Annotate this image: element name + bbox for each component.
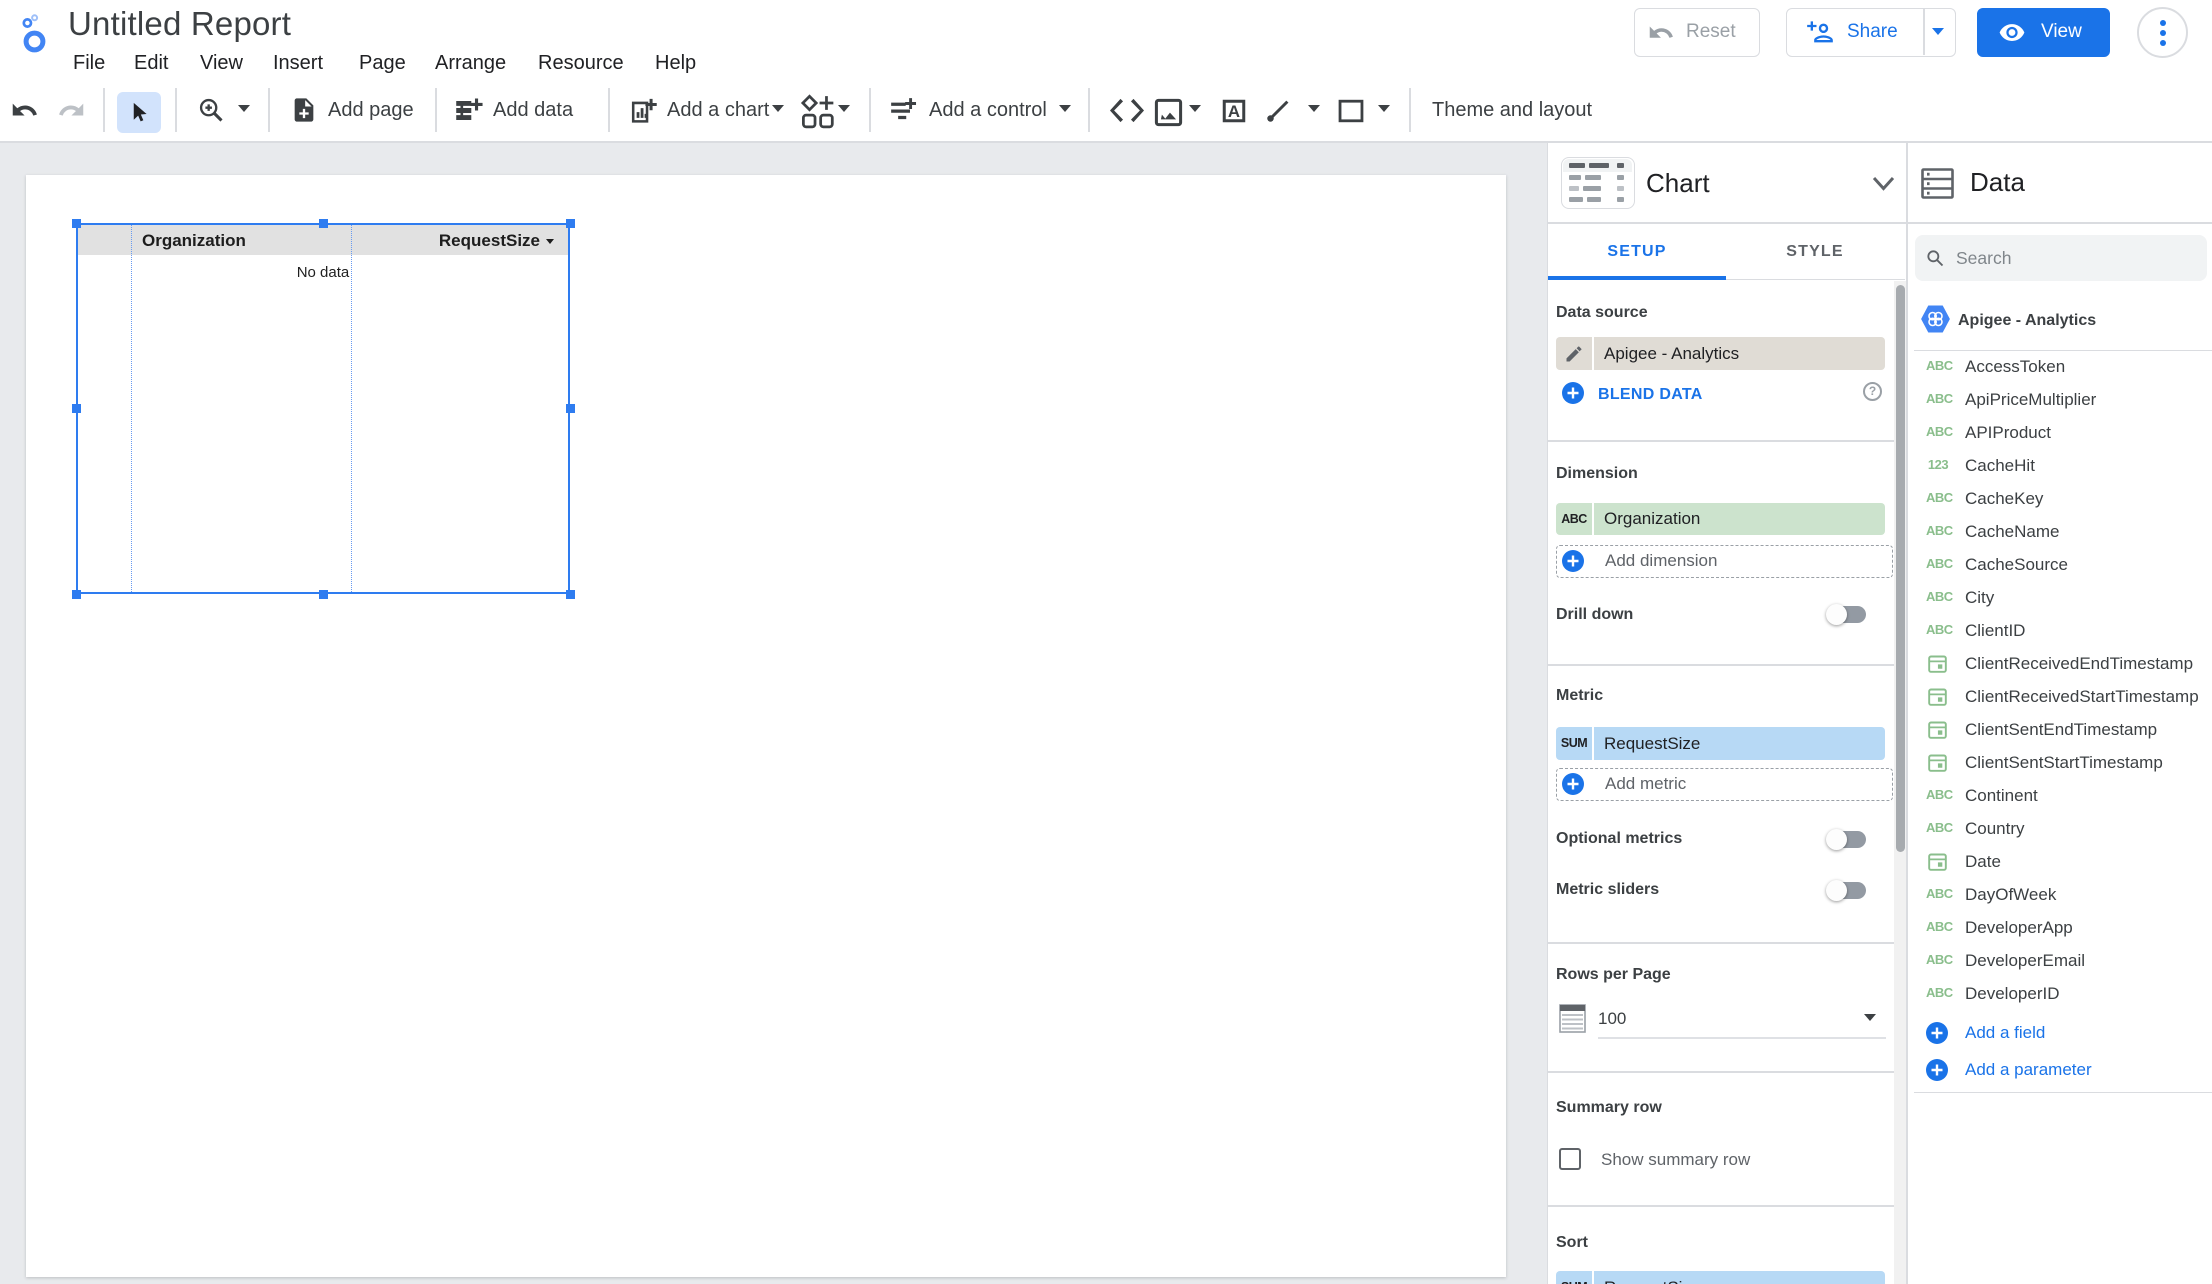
svg-text:A: A xyxy=(1228,102,1240,121)
